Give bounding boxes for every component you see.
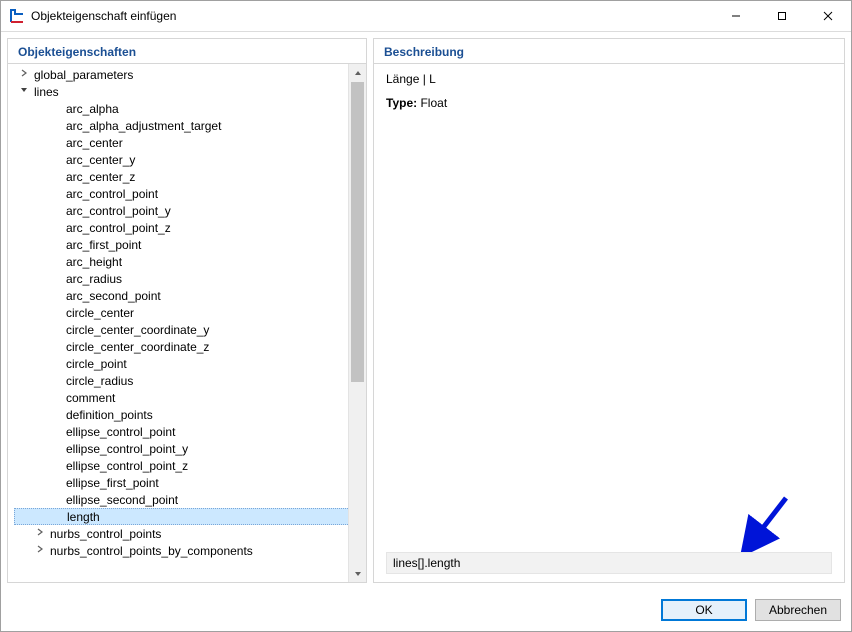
- maximize-button[interactable]: [759, 1, 805, 31]
- titlebar: Objekteigenschaft einfügen: [1, 1, 851, 32]
- cancel-button[interactable]: Abbrechen: [755, 599, 841, 621]
- window-title: Objekteigenschaft einfügen: [31, 9, 713, 23]
- type-value: Float: [420, 96, 447, 110]
- tree-item[interactable]: ellipse_control_point_z: [14, 457, 366, 474]
- tree-item-label: arc_second_point: [62, 289, 165, 303]
- tree-item-label: global_parameters: [30, 68, 137, 82]
- tree-item-label: arc_control_point: [62, 187, 162, 201]
- tree-item-label: arc_center_z: [62, 170, 139, 184]
- tree-item-label: lines: [30, 85, 63, 99]
- tree-item[interactable]: arc_alpha: [14, 100, 366, 117]
- tree-item[interactable]: length: [14, 508, 358, 525]
- description-type: Type: Float: [386, 96, 832, 110]
- tree-item[interactable]: circle_center_coordinate_y: [14, 321, 366, 338]
- tree-item-label: ellipse_first_point: [62, 476, 163, 490]
- tree-item-label: arc_control_point_z: [62, 221, 175, 235]
- tree-item[interactable]: ellipse_control_point_y: [14, 440, 366, 457]
- annotation-arrow-icon: [738, 492, 798, 552]
- chevron-right-icon[interactable]: [34, 545, 46, 556]
- tree-item-label: circle_radius: [62, 374, 137, 388]
- close-button[interactable]: [805, 1, 851, 31]
- tree-item-label: ellipse_control_point_z: [62, 459, 192, 473]
- tree-item-label: definition_points: [62, 408, 157, 422]
- tree-item[interactable]: ellipse_control_point: [14, 423, 366, 440]
- tree-item-label: nurbs_control_points_by_components: [46, 544, 257, 558]
- properties-panel-title: Objekteigenschaften: [8, 39, 366, 63]
- tree-item-label: circle_point: [62, 357, 131, 371]
- tree-item-label: arc_control_point_y: [62, 204, 175, 218]
- tree-item[interactable]: ellipse_second_point: [14, 491, 366, 508]
- expression-field[interactable]: lines[].length: [386, 552, 832, 574]
- tree-item-label: arc_alpha_adjustment_target: [62, 119, 225, 133]
- tree-item-label: circle_center: [62, 306, 138, 320]
- tree-item[interactable]: circle_center_coordinate_z: [14, 338, 366, 355]
- tree-item[interactable]: arc_radius: [14, 270, 366, 287]
- chevron-right-icon[interactable]: [34, 528, 46, 539]
- scroll-down-button[interactable]: [349, 565, 366, 582]
- tree-item[interactable]: circle_center: [14, 304, 366, 321]
- type-label: Type:: [386, 96, 417, 110]
- tree-item-label: arc_center_y: [62, 153, 139, 167]
- tree-item[interactable]: arc_height: [14, 253, 366, 270]
- tree-item-label: arc_radius: [62, 272, 126, 286]
- tree-item[interactable]: nurbs_control_points_by_components: [14, 542, 366, 559]
- dialog-footer: OK Abbrechen: [1, 589, 851, 631]
- dialog-window: Objekteigenschaft einfügen Objekteigensc…: [0, 0, 852, 632]
- tree-item[interactable]: nurbs_control_points: [14, 525, 366, 542]
- tree-item-label: arc_first_point: [62, 238, 145, 252]
- tree-item-label: circle_center_coordinate_y: [62, 323, 213, 337]
- tree-item[interactable]: ellipse_first_point: [14, 474, 366, 491]
- tree-item[interactable]: arc_center_y: [14, 151, 366, 168]
- dialog-body: Objekteigenschaften global_parameterslin…: [1, 32, 851, 589]
- tree-item[interactable]: arc_second_point: [14, 287, 366, 304]
- properties-tree[interactable]: global_parameterslines arc_alpha arc_alpha…: [8, 64, 366, 582]
- tree-item[interactable]: arc_center: [14, 134, 366, 151]
- tree-item-label: arc_center: [62, 136, 127, 150]
- tree-item[interactable]: circle_radius: [14, 372, 366, 389]
- tree-item[interactable]: comment: [14, 389, 366, 406]
- window-controls: [713, 1, 851, 31]
- tree-item[interactable]: arc_control_point_y: [14, 202, 366, 219]
- app-icon: [9, 8, 25, 24]
- ok-button[interactable]: OK: [661, 599, 747, 621]
- tree-item[interactable]: arc_first_point: [14, 236, 366, 253]
- tree-item[interactable]: global_parameters: [14, 66, 366, 83]
- chevron-right-icon[interactable]: [18, 69, 30, 80]
- tree-container: global_parameterslines arc_alpha arc_alpha…: [8, 64, 366, 582]
- scroll-up-button[interactable]: [349, 64, 366, 81]
- chevron-down-icon[interactable]: [18, 86, 30, 97]
- tree-item-label: comment: [62, 391, 119, 405]
- minimize-button[interactable]: [713, 1, 759, 31]
- tree-scrollbar[interactable]: [348, 64, 366, 582]
- description-text: Länge | L: [386, 72, 832, 86]
- tree-item[interactable]: arc_alpha_adjustment_target: [14, 117, 366, 134]
- tree-item-label: nurbs_control_points: [46, 527, 165, 541]
- tree-item-label: ellipse_control_point: [62, 425, 179, 439]
- description-body: Länge | L Type: Float lines[].length: [374, 64, 844, 582]
- tree-item-label: length: [63, 510, 104, 524]
- description-panel-title: Beschreibung: [374, 39, 844, 63]
- tree-item[interactable]: arc_control_point: [14, 185, 366, 202]
- tree-item[interactable]: arc_center_z: [14, 168, 366, 185]
- tree-item[interactable]: circle_point: [14, 355, 366, 372]
- scroll-thumb[interactable]: [351, 82, 364, 382]
- tree-item-label: ellipse_control_point_y: [62, 442, 192, 456]
- tree-item-label: arc_height: [62, 255, 126, 269]
- tree-item[interactable]: arc_control_point_z: [14, 219, 366, 236]
- tree-item-label: ellipse_second_point: [62, 493, 182, 507]
- tree-item[interactable]: lines: [14, 83, 366, 100]
- tree-item-label: arc_alpha: [62, 102, 123, 116]
- tree-item-label: circle_center_coordinate_z: [62, 340, 213, 354]
- description-panel: Beschreibung Länge | L Type: Float lin: [373, 38, 845, 583]
- tree-item[interactable]: definition_points: [14, 406, 366, 423]
- properties-panel: Objekteigenschaften global_parameterslin…: [7, 38, 367, 583]
